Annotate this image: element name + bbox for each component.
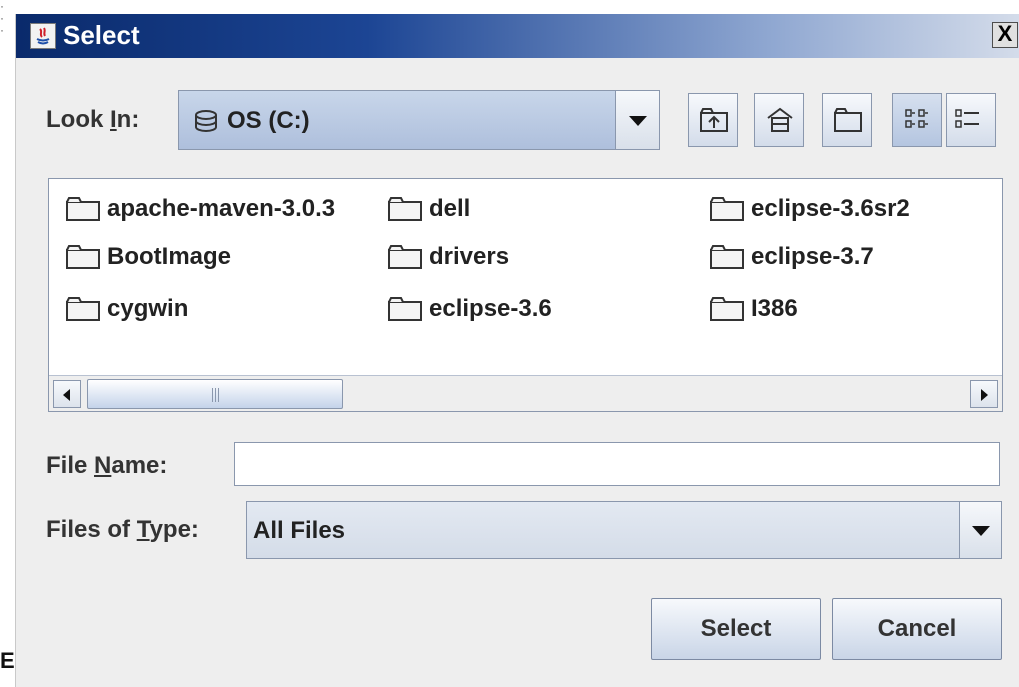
- up-one-level-button[interactable]: [688, 93, 738, 147]
- list-view-icon: [905, 109, 928, 128]
- list-item[interactable]: drivers: [387, 243, 509, 271]
- list-item[interactable]: eclipse-3.6: [387, 295, 552, 323]
- list-view-button[interactable]: [892, 93, 942, 147]
- home-button[interactable]: [754, 93, 804, 147]
- create-new-folder-button[interactable]: [822, 93, 872, 147]
- folder-icon: [710, 297, 744, 321]
- folder-icon: [66, 197, 100, 221]
- select-dialog: Select X Look In: OS (C:) apache-maven-3…: [15, 14, 1019, 687]
- list-item[interactable]: cygwin: [65, 295, 188, 323]
- folder-icon: [388, 197, 422, 221]
- list-item[interactable]: eclipse-3.7: [709, 243, 874, 271]
- look-in-value: OS (C:): [193, 107, 310, 135]
- file-list[interactable]: apache-maven-3.0.3 BootImage cygwin dell…: [48, 178, 1003, 412]
- files-of-type-combo[interactable]: All Files: [246, 501, 1002, 559]
- list-item[interactable]: BootImage: [65, 243, 231, 271]
- close-icon: X: [997, 21, 1013, 46]
- home-icon: [767, 107, 793, 132]
- look-in-label: Look In:: [46, 106, 140, 133]
- grip-icon: [212, 388, 222, 402]
- drive-icon: [195, 110, 217, 132]
- list-item[interactable]: I386: [709, 295, 798, 323]
- java-icon: [30, 23, 56, 49]
- window-title: Select: [63, 20, 140, 50]
- folder-icon: [388, 297, 422, 321]
- details-view-button[interactable]: [946, 93, 996, 147]
- folder-icon: [66, 297, 100, 321]
- close-button[interactable]: X: [992, 22, 1018, 48]
- new-folder-icon: [834, 108, 862, 132]
- file-name-input[interactable]: [234, 442, 1000, 486]
- scroll-thumb[interactable]: [87, 379, 343, 409]
- cancel-button[interactable]: Cancel: [832, 598, 1002, 660]
- file-name-label: File Name:: [46, 452, 168, 479]
- folder-icon: [388, 245, 422, 269]
- background-edge-letter: E: [0, 648, 15, 673]
- scroll-right-button[interactable]: [970, 380, 998, 408]
- up-folder-icon: [700, 108, 728, 132]
- horizontal-scrollbar[interactable]: [49, 375, 1002, 411]
- folder-icon: [710, 197, 744, 221]
- folder-icon: [710, 245, 744, 269]
- list-item[interactable]: apache-maven-3.0.3: [65, 195, 335, 223]
- look-in-combo[interactable]: OS (C:): [178, 90, 660, 150]
- list-item[interactable]: eclipse-3.6sr2: [709, 195, 910, 223]
- folder-icon: [66, 245, 100, 269]
- select-button[interactable]: Select: [651, 598, 821, 660]
- files-of-type-value: All Files: [253, 517, 346, 544]
- list-item[interactable]: dell: [387, 195, 470, 223]
- scroll-left-button[interactable]: [53, 380, 81, 408]
- look-in-dropdown-arrow[interactable]: [615, 91, 659, 149]
- title-bar[interactable]: Select X: [16, 14, 1019, 58]
- files-of-type-dropdown-arrow[interactable]: [959, 502, 1001, 558]
- files-of-type-label: Files of Type:: [46, 516, 199, 543]
- details-view-icon: [955, 109, 979, 128]
